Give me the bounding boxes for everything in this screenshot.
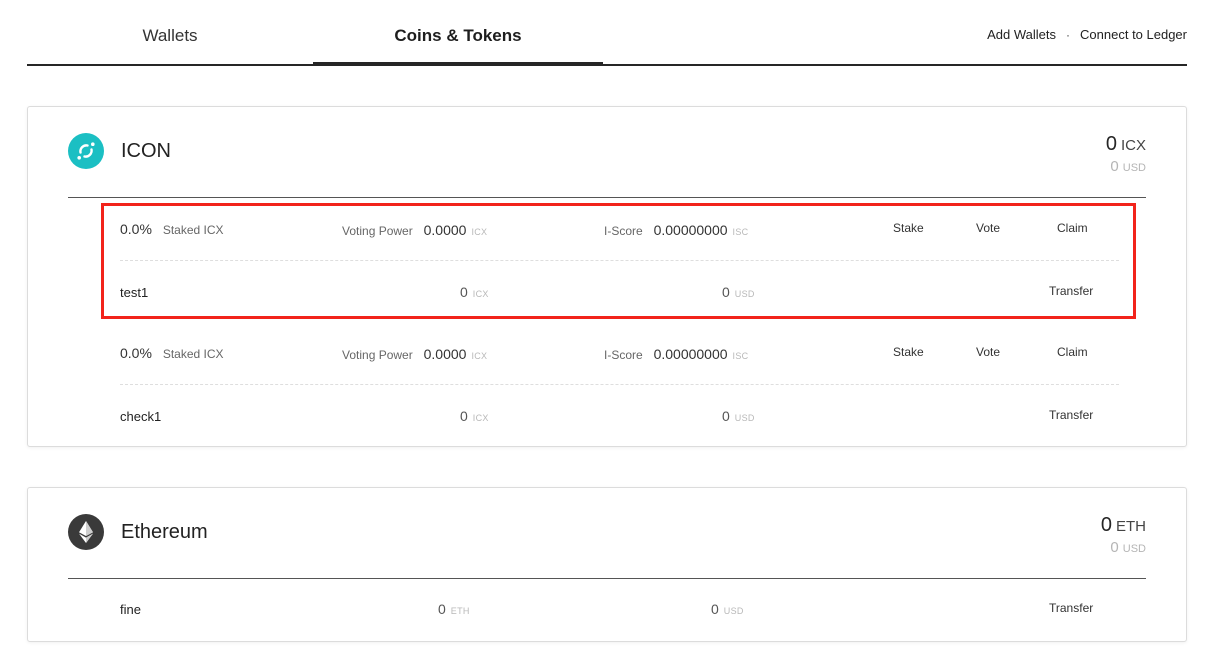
vote-button[interactable]: Vote — [976, 345, 1000, 359]
tab-coins-tokens[interactable]: Coins & Tokens — [313, 0, 603, 66]
balance-unit: ICX — [472, 413, 489, 423]
usd-unit: USD — [734, 413, 755, 423]
stake-button[interactable]: Stake — [893, 345, 924, 359]
iscore-unit: ISC — [732, 227, 749, 237]
header-actions: Add Wallets · Connect to Ledger — [987, 27, 1187, 42]
stake-button[interactable]: Stake — [893, 221, 924, 235]
total-amount: 0 — [1100, 514, 1112, 536]
connect-ledger-link[interactable]: Connect to Ledger — [1080, 27, 1187, 42]
icon-logo-icon — [68, 133, 104, 169]
coin-name: Ethereum — [121, 521, 208, 543]
wallet-name[interactable]: check1 — [120, 409, 161, 424]
voting-power-unit: ICX — [471, 351, 488, 361]
iscore-label: I-Score — [604, 224, 643, 238]
transfer-button[interactable]: Transfer — [1049, 284, 1093, 298]
staked-percent: 0.0% — [120, 221, 152, 237]
total-usd: 0 — [1110, 158, 1119, 175]
usd-unit: USD — [1122, 162, 1146, 174]
total-unit: ICX — [1120, 137, 1146, 154]
coin-total: 0 ETH 0 USD — [1101, 514, 1146, 556]
wallet-name[interactable]: fine — [120, 602, 141, 617]
claim-button[interactable]: Claim — [1057, 345, 1088, 359]
transfer-button[interactable]: Transfer — [1049, 601, 1093, 615]
icon-card-header: ICON 0 ICX 0 USD — [68, 107, 1146, 198]
coin-name: ICON — [121, 140, 171, 162]
wallet-balance: 0 — [460, 408, 468, 424]
wallet-usd: 0 — [711, 601, 719, 617]
voting-power-unit: ICX — [471, 227, 488, 237]
iscore-value: 0.00000000 — [653, 222, 728, 238]
wallet-name[interactable]: test1 — [120, 285, 148, 300]
staking-row: 0.0% Staked ICX Voting Power 0.0000 ICX I… — [120, 199, 1119, 261]
top-nav: Wallets Coins & Tokens Add Wallets · Con… — [27, 0, 1187, 66]
voting-power-label: Voting Power — [342, 224, 413, 238]
wallet-balance: 0 — [438, 601, 446, 617]
staked-label: Staked ICX — [162, 347, 224, 361]
total-usd: 0 — [1110, 539, 1119, 556]
total-amount: 0 — [1105, 133, 1117, 155]
staked-label: Staked ICX — [162, 223, 224, 237]
wallet-row: test1 0 ICX 0 USD Transfer — [120, 262, 1119, 324]
usd-unit: USD — [734, 289, 755, 299]
usd-unit: USD — [1122, 543, 1146, 555]
wallet-usd: 0 — [722, 284, 730, 300]
voting-power-value: 0.0000 — [423, 346, 467, 362]
wallet-balance: 0 — [460, 284, 468, 300]
total-unit: ETH — [1116, 518, 1146, 535]
ethereum-coin-card: Ethereum 0 ETH 0 USD fine 0 ETH 0 USD Transf… — [27, 487, 1187, 642]
iscore-unit: ISC — [732, 351, 749, 361]
ethereum-logo-icon — [68, 514, 104, 550]
vote-button[interactable]: Vote — [976, 221, 1000, 235]
transfer-button[interactable]: Transfer — [1049, 408, 1093, 422]
claim-button[interactable]: Claim — [1057, 221, 1088, 235]
tab-wallets[interactable]: Wallets — [27, 0, 313, 64]
iscore-label: I-Score — [604, 348, 643, 362]
voting-power-label: Voting Power — [342, 348, 413, 362]
balance-unit: ETH — [450, 606, 470, 616]
staked-percent: 0.0% — [120, 345, 152, 361]
staking-row: 0.0% Staked ICX Voting Power 0.0000 ICX I… — [120, 323, 1119, 385]
wallet-row: fine 0 ETH 0 USD Transfer — [120, 579, 1119, 641]
add-wallets-link[interactable]: Add Wallets — [987, 27, 1056, 42]
icon-coin-card: ICON 0 ICX 0 USD 0.0% Staked ICX Voting Po… — [27, 106, 1187, 447]
ethereum-card-header: Ethereum 0 ETH 0 USD — [68, 488, 1146, 579]
voting-power-value: 0.0000 — [423, 222, 467, 238]
balance-unit: ICX — [472, 289, 489, 299]
wallet-row: check1 0 ICX 0 USD Transfer — [120, 386, 1119, 448]
separator-dot: · — [1066, 27, 1071, 42]
coin-total: 0 ICX 0 USD — [1106, 133, 1146, 175]
wallet-usd: 0 — [722, 408, 730, 424]
iscore-value: 0.00000000 — [653, 346, 728, 362]
usd-unit: USD — [723, 606, 744, 616]
